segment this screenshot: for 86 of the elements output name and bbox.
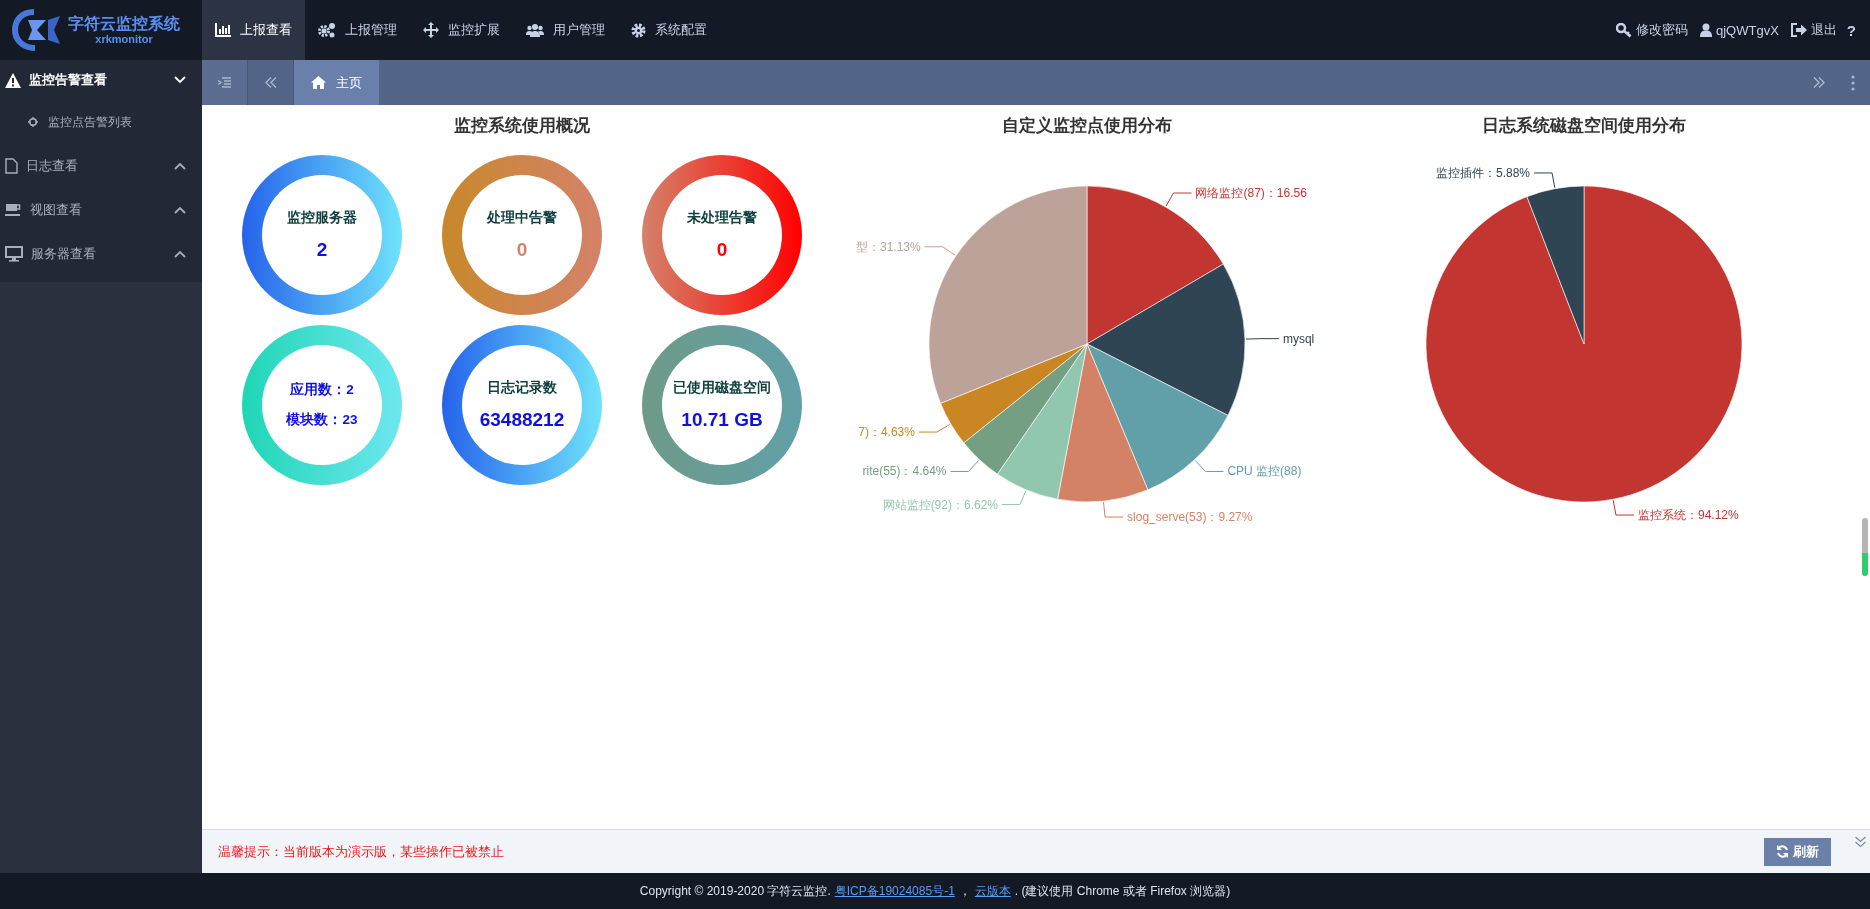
logo-icon xyxy=(12,8,62,52)
help-link[interactable]: ? xyxy=(1846,0,1856,60)
stat-value: 0 xyxy=(716,239,728,261)
slice-label: 网站监控(92)：6.62% xyxy=(882,497,998,512)
leader-line xyxy=(1245,338,1280,340)
header-link[interactable]: 修改密码 xyxy=(1616,0,1688,60)
refresh-button[interactable]: 刷新 xyxy=(1764,837,1831,866)
menu-icon xyxy=(218,77,231,88)
settings-icon xyxy=(631,22,646,38)
double-chevron-right-icon xyxy=(1813,77,1825,88)
chart-title: 日志系统磁盘空间使用分布 xyxy=(1482,115,1686,137)
user-menu[interactable]: qjQWTgvX xyxy=(1700,0,1779,60)
users-icon xyxy=(526,23,544,37)
leader-line xyxy=(1001,490,1027,506)
footer-link[interactable]: 云版本 xyxy=(974,882,1011,900)
chevron-down-icon xyxy=(174,76,186,84)
leader-line xyxy=(924,246,956,256)
stat-label: 已使用磁盘空间 xyxy=(673,379,771,397)
stat-label: 处理中告警 xyxy=(487,209,557,227)
slice-label: 监控系统：94.12% xyxy=(1637,508,1739,523)
nav-tab[interactable]: 上报管理 xyxy=(305,0,410,60)
stat-value: 0 xyxy=(516,239,528,261)
header-link[interactable]: 退出 xyxy=(1790,0,1837,60)
cup-icon xyxy=(5,203,22,217)
slice-label: 型：31.13% xyxy=(856,239,921,254)
sidebar-item[interactable]: 日志查看 xyxy=(0,144,202,188)
slice-label: mysql xyxy=(1282,331,1315,346)
leader-line xyxy=(1165,192,1192,207)
monitor-icon xyxy=(5,246,23,262)
slice-label: 网络监控(87)：16.56 xyxy=(1195,186,1307,200)
leader-line xyxy=(1103,501,1124,518)
stat-line: 应用数：2 xyxy=(290,381,354,399)
scroll-indicator xyxy=(1862,518,1868,576)
nav-tab[interactable]: 上报查看 xyxy=(202,0,305,60)
slice-label: slog_serve(53)：9.27% xyxy=(1127,510,1253,525)
chevron-up-icon xyxy=(174,250,186,258)
footer-text: ， xyxy=(958,882,971,900)
key-icon xyxy=(1616,22,1632,38)
footer-text: . (建议使用 Chrome 或者 Firefox 浏览器) xyxy=(1014,882,1231,900)
stat-value: 63488212 xyxy=(479,409,565,431)
leader-line xyxy=(1612,499,1635,516)
brand-subtitle: xrkmonitor xyxy=(95,33,153,45)
brand-name: 字符云监控系统 xyxy=(68,15,180,32)
footer-link[interactable]: 粤ICP备19024085号-1 xyxy=(834,882,955,900)
stat-value: 2 xyxy=(316,239,328,261)
sidebar-item[interactable]: 视图查看 xyxy=(0,188,202,232)
chevron-up-icon xyxy=(174,206,186,214)
leader-line xyxy=(1533,172,1556,189)
slice-label: CPU 监控(88) xyxy=(1227,464,1302,479)
nav-tab[interactable]: 系统配置 xyxy=(618,0,720,60)
warning-icon xyxy=(5,72,21,88)
refresh-icon xyxy=(1776,845,1789,858)
stat-line: 模块数：23 xyxy=(286,411,358,429)
footer-text: Copyright © 2019-2020 字符云监控. xyxy=(639,882,831,900)
bar-chart-icon xyxy=(215,23,231,37)
sidebar-subitem[interactable]: 监控点告警列表 xyxy=(0,100,202,144)
slice-label: rite(55)：4.64% xyxy=(862,464,947,479)
notice-text: 温馨提示：当前版本为演示版，某些操作已被禁止 xyxy=(218,842,505,861)
stat-value: 10.71 GB xyxy=(681,409,763,431)
stat-label: 未处理告警 xyxy=(687,209,757,227)
leader-line xyxy=(950,459,980,472)
nav-tab[interactable]: 用户管理 xyxy=(513,0,618,60)
double-chevron-left-icon xyxy=(264,77,277,88)
leader-line xyxy=(1194,460,1224,472)
file-icon xyxy=(5,158,18,174)
sidebar-item[interactable]: 服务器查看 xyxy=(0,232,202,276)
chevron-up-icon xyxy=(174,162,186,170)
double-chevron-down-icon[interactable] xyxy=(1855,836,1866,848)
leader-line xyxy=(918,423,951,433)
home-icon xyxy=(311,76,326,89)
slice-label: 7)：4.63% xyxy=(858,425,915,440)
sidebar-item[interactable]: 监控告警查看 xyxy=(0,60,202,100)
nav-tab[interactable]: 监控扩展 xyxy=(410,0,513,60)
slice-label: 监控插件：5.88% xyxy=(1436,165,1531,180)
stat-label: 日志记录数 xyxy=(487,379,557,397)
stat-label: 监控服务器 xyxy=(287,209,357,227)
crosshair-icon xyxy=(28,117,38,127)
more-vertical-icon xyxy=(1851,74,1855,91)
user-icon xyxy=(1700,23,1712,37)
move-arrows-icon xyxy=(423,22,439,38)
menu-toggle-button[interactable] xyxy=(202,60,248,105)
logout-icon xyxy=(1790,23,1807,37)
gears-icon xyxy=(318,22,336,38)
section-title: 监控系统使用概况 xyxy=(454,115,590,137)
page-tab[interactable]: 主页 xyxy=(294,60,379,105)
chart-title: 自定义监控点使用分布 xyxy=(1002,115,1172,137)
